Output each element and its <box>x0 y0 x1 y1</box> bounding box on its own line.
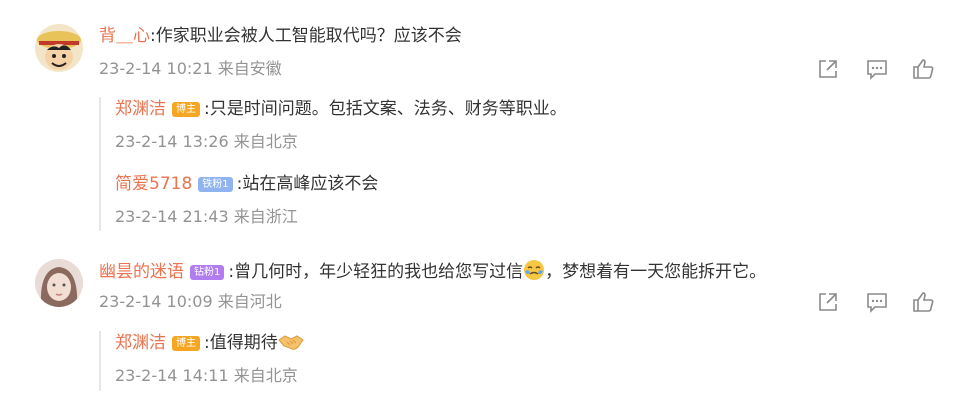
host-badge: 博主 <box>172 102 200 117</box>
comment-line: 背＿心:作家职业会被人工智能取代吗？应该不会 <box>99 24 462 48</box>
reply-line: 简爱5718 铁粉1:站在高峰应该不会 <box>115 172 378 196</box>
reply-text: :只是时间问题。包括文案、法务、财务等职业。 <box>204 99 567 119</box>
reply-divider <box>99 331 101 391</box>
reply-divider <box>99 97 101 231</box>
comment-meta: 23-2-14 10:21 来自安徽 <box>99 59 282 78</box>
reply-meta: 23-2-14 14:11 来自北京 <box>115 366 298 385</box>
like-icon[interactable] <box>912 58 934 80</box>
handshake-emoji-icon <box>277 332 304 359</box>
reply-meta: 23-2-14 21:43 来自浙江 <box>115 207 298 226</box>
comment-text: :曾几何时，年少轻狂的我也给您写过信 <box>228 262 524 282</box>
comment-text: ，梦想着有一天您能拆开它。 <box>545 262 767 282</box>
username[interactable]: 简爱5718 <box>115 174 192 194</box>
comment-text: :作家职业会被人工智能取代吗？应该不会 <box>150 26 462 46</box>
comment-icon[interactable] <box>866 58 888 80</box>
share-icon[interactable] <box>817 291 839 313</box>
username[interactable]: 背＿心 <box>99 26 150 46</box>
reply-text: :值得期待 <box>204 333 278 353</box>
username[interactable]: 幽昙的迷语 <box>99 262 184 282</box>
share-icon[interactable] <box>817 58 839 80</box>
reply-line: 郑渊洁 博主 :只是时间问题。包括文案、法务、财务等职业。 <box>115 97 567 121</box>
fan-badge: 铁粉1 <box>198 177 233 192</box>
avatar[interactable] <box>35 24 83 72</box>
host-badge: 博主 <box>172 336 200 351</box>
reply-text: :站在高峰应该不会 <box>236 174 379 194</box>
like-icon[interactable] <box>912 291 934 313</box>
avatar[interactable] <box>35 259 83 307</box>
username[interactable]: 郑渊洁 <box>115 333 166 353</box>
comment-meta: 23-2-14 10:09 来自河北 <box>99 292 282 311</box>
comment-line: 幽昙的迷语 钻粉1:曾几何时，年少轻狂的我也给您写过信 ，梦想着有一天您能拆开它。 <box>99 259 766 288</box>
reply-meta: 23-2-14 13:26 来自北京 <box>115 132 298 151</box>
reply-line: 郑渊洁 博主 :值得期待 <box>115 331 304 359</box>
fan-badge: 钻粉1 <box>190 265 225 280</box>
username[interactable]: 郑渊洁 <box>115 99 166 119</box>
comment-icon[interactable] <box>866 291 888 313</box>
crying-emoji-icon <box>523 259 545 288</box>
